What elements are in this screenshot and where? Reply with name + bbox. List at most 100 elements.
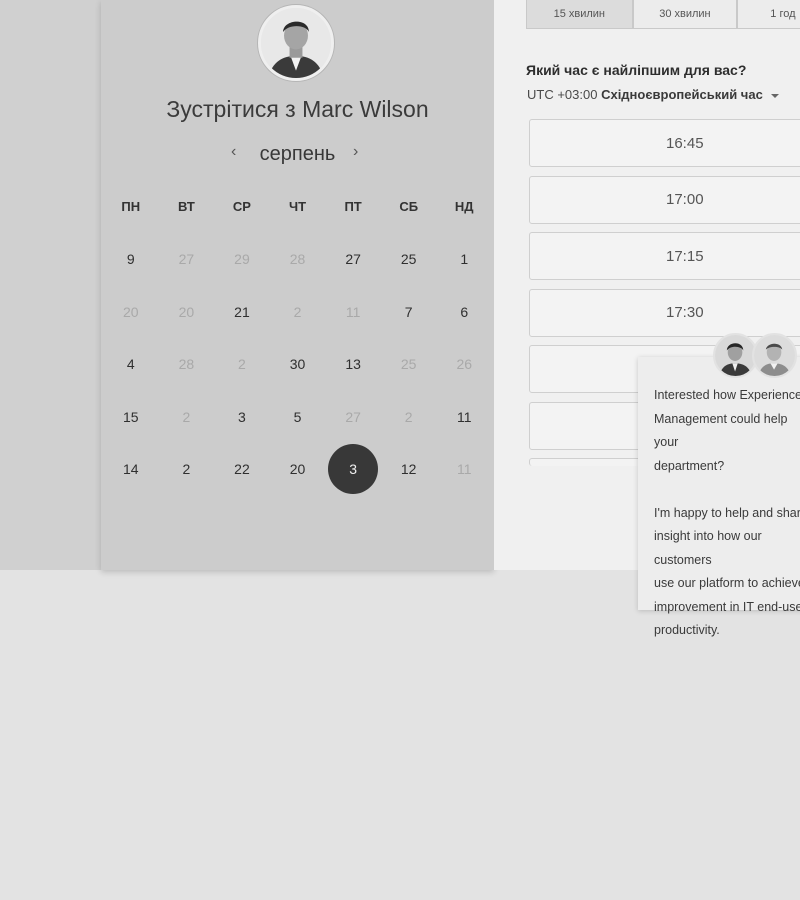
calendar-day[interactable]: 2: [159, 444, 215, 494]
weekday-label: ВТ: [177, 199, 195, 214]
calendar-day-label: 29: [234, 251, 250, 268]
calendar-week-row: 20 20 21 2 11 7 6: [103, 286, 492, 339]
calendar-day[interactable]: 27: [325, 234, 381, 284]
calendar-day[interactable]: 27: [159, 234, 215, 284]
calendar-day[interactable]: 2: [214, 339, 270, 389]
weekday-label: ЧТ: [288, 199, 307, 214]
calendar-days-grid: 9 27 29 28 27 25 1 20 20 21 2 11 7 6 4 28 2 30 13 25 26 15 2 3 5…: [103, 233, 492, 496]
calendar-day-label: 26: [456, 356, 473, 373]
calendar-day-label: 25: [400, 251, 417, 268]
duration-tab-30[interactable]: 30 хвилин: [632, 0, 738, 29]
calendar-day[interactable]: 4: [103, 339, 159, 389]
calendar-day[interactable]: 29: [214, 234, 270, 284]
time-slot-button[interactable]: 17:15: [529, 232, 800, 280]
month-navigation: ‹ серпень ›: [101, 140, 494, 170]
calendar-day[interactable]: 2: [159, 392, 215, 442]
calendar-day-label: 3: [328, 444, 379, 495]
calendar-day-selected[interactable]: 3: [325, 444, 381, 495]
calendar-day[interactable]: 21: [214, 287, 270, 337]
calendar-day-label: 11: [456, 408, 472, 425]
time-slot-button[interactable]: 17:00: [529, 175, 800, 224]
calendar-day-label: 28: [178, 356, 195, 373]
calendar-day-label: 2: [238, 356, 246, 373]
weekday-label: ПТ: [344, 199, 362, 214]
calendar-day-label: 27: [345, 251, 361, 268]
timezone-offset: UTC +03:00: [527, 87, 598, 102]
timezone-selector[interactable]: UTC +03:00 Східноєвропейський час: [527, 87, 780, 102]
calendar-day[interactable]: 11: [436, 444, 492, 494]
weekday-header: ПН ВТ СР ЧТ ПТ СБ НД: [103, 199, 492, 214]
duration-tab-15[interactable]: 15 хвилин: [526, 0, 633, 29]
calendar-day[interactable]: 2: [381, 392, 437, 442]
calendar-day[interactable]: 20: [103, 287, 159, 337]
calendar-day[interactable]: 2: [270, 287, 326, 337]
calendar-day-label: 12: [400, 461, 417, 478]
calendar-day-label: 20: [178, 303, 195, 320]
calendar-day[interactable]: 3: [214, 392, 270, 442]
calendar-day[interactable]: 9: [103, 234, 159, 284]
calendar-day-label: 1: [460, 251, 469, 268]
calendar-day[interactable]: 22: [214, 444, 270, 494]
calendar-day-label: 28: [289, 251, 306, 268]
calendar-day[interactable]: 12: [381, 444, 437, 494]
calendar-day-label: 7: [404, 303, 413, 320]
meeting-title: Зустрітися з Marc Wilson: [166, 96, 429, 122]
calendar-day-label: 20: [123, 303, 139, 320]
calendar-day[interactable]: 11: [436, 392, 492, 442]
weekday-label: ПН: [121, 199, 141, 214]
calendar-day[interactable]: 28: [159, 339, 215, 389]
calendar-day[interactable]: 27: [325, 392, 381, 442]
calendar-day-label: 15: [123, 408, 139, 425]
calendar-day-label: 13: [345, 356, 361, 373]
calendar-day-label: 21: [234, 303, 250, 320]
calendar-day[interactable]: 5: [270, 392, 326, 442]
calendar-day-label: 20: [289, 461, 306, 478]
calendar-day[interactable]: 30: [270, 339, 326, 389]
calendar-week-row: 14 2 22 20 3 12 11: [103, 443, 492, 496]
calendar-day[interactable]: 6: [436, 287, 492, 337]
caret-down-icon: [771, 93, 780, 98]
calendar-day-label: 2: [182, 408, 191, 425]
time-slot-button[interactable]: 16:45: [529, 119, 800, 167]
calendar-day-label: 30: [289, 356, 306, 373]
chat-popup[interactable]: Interested how Experience Management cou…: [638, 357, 800, 637]
scheduler-page: Зустрітися з Marc Wilson ‹ серпень › ПН В…: [0, 0, 800, 900]
timezone-name: Східноєвропейський час: [601, 87, 763, 102]
calendar-day-label: 11: [345, 303, 361, 320]
calendar-day[interactable]: 20: [270, 444, 326, 494]
calendar-day-label: 9: [126, 251, 135, 268]
duration-tab-60[interactable]: 1 год: [737, 0, 800, 29]
chat-message: Interested how Experience Management cou…: [654, 388, 800, 637]
calendar-week-row: 15 2 3 5 27 2 11: [103, 391, 492, 444]
calendar-day[interactable]: 13: [325, 339, 381, 389]
calendar-day-label: 2: [404, 408, 413, 425]
calendar-day[interactable]: 28: [270, 234, 326, 284]
calendar-day[interactable]: 26: [436, 339, 492, 389]
calendar-day-label: 22: [234, 461, 250, 478]
calendar-day-label: 4: [126, 356, 135, 373]
calendar-day[interactable]: 25: [381, 234, 437, 284]
time-question: Який час є найліпшим для вас?: [526, 62, 747, 78]
calendar-week-row: 9 27 29 28 27 25 1: [103, 233, 492, 286]
calendar-day-label: 27: [178, 251, 195, 268]
calendar-week-row: 4 28 2 30 13 25 26: [103, 338, 492, 391]
month-label: серпень: [259, 143, 336, 165]
calendar-day-label: 2: [182, 461, 191, 478]
calendar-day[interactable]: 1: [436, 234, 492, 284]
calendar-day[interactable]: 7: [381, 287, 437, 337]
chevron-right-icon[interactable]: ›: [353, 143, 358, 161]
calendar-day[interactable]: 15: [103, 392, 159, 442]
calendar-day-label: 5: [293, 408, 302, 425]
calendar-day-label: 6: [460, 303, 469, 320]
weekday-label: НД: [454, 199, 474, 214]
calendar-day[interactable]: 20: [159, 287, 215, 337]
calendar-day[interactable]: 11: [325, 287, 381, 337]
calendar-day-label: 27: [345, 408, 361, 425]
calendar-panel: Зустрітися з Marc Wilson ‹ серпень › ПН В…: [101, 0, 494, 570]
chat-agent-avatar: [752, 333, 797, 378]
host-avatar: [258, 5, 334, 81]
time-slot-button[interactable]: 17:30: [529, 288, 800, 337]
calendar-day[interactable]: 14: [103, 444, 159, 494]
weekday-label: СБ: [399, 199, 419, 214]
calendar-day[interactable]: 25: [381, 339, 437, 389]
